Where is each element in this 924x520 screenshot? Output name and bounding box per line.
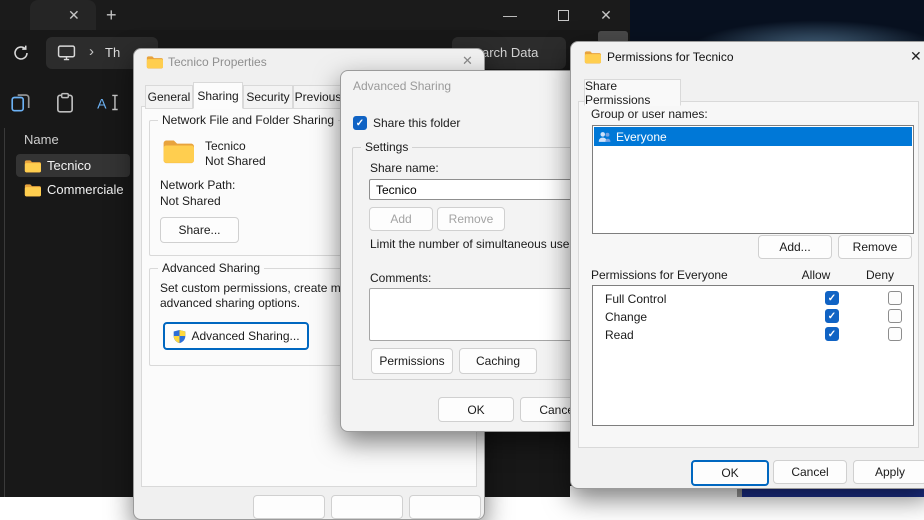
deny-change-checkbox[interactable] xyxy=(888,309,902,323)
ok-button[interactable]: OK xyxy=(438,397,514,422)
folder-icon-large xyxy=(162,137,194,165)
limit-users-label: Limit the number of simultaneous users t… xyxy=(370,237,596,251)
explorer-active-tab[interactable]: ✕ xyxy=(30,0,96,30)
folder-icon xyxy=(584,50,601,64)
tab-previous-versions[interactable]: Previous xyxy=(293,85,343,109)
group-name: Everyone xyxy=(616,130,667,144)
ok-button[interactable] xyxy=(253,495,325,519)
folder-icon xyxy=(24,159,41,173)
pane-divider xyxy=(4,128,5,497)
file-row-tecnico[interactable]: Tecnico xyxy=(16,154,130,177)
check-icon: ✓ xyxy=(828,293,836,304)
minimize-icon[interactable]: — xyxy=(496,4,524,26)
share-button[interactable]: Share... xyxy=(160,217,239,243)
advanced-sharing-desc-1: Set custom permissions, create multip xyxy=(160,281,363,295)
dialog-title: Tecnico Properties xyxy=(168,55,267,69)
allow-header: Allow xyxy=(791,268,841,282)
cancel-button[interactable]: Cancel xyxy=(773,460,847,484)
this-pc-icon[interactable] xyxy=(57,44,76,64)
group-label: Settings xyxy=(361,140,412,154)
advanced-sharing-button[interactable]: Advanced Sharing... xyxy=(163,322,309,350)
permissions-dialog: Permissions for Tecnico ✕ Share Permissi… xyxy=(570,41,924,489)
breadcrumb-path[interactable]: Th xyxy=(105,45,120,60)
permission-name: Full Control xyxy=(605,292,666,306)
tab-security[interactable]: Security xyxy=(243,85,293,109)
cancel-button[interactable] xyxy=(331,495,403,519)
share-this-folder-label: Share this folder xyxy=(373,116,460,130)
permission-name: Change xyxy=(605,310,647,324)
shared-folder-name: Tecnico xyxy=(205,139,246,153)
share-this-folder-checkbox[interactable]: ✓ xyxy=(353,116,367,130)
copy-icon[interactable] xyxy=(10,92,32,117)
dialog-title: Advanced Sharing xyxy=(353,79,451,93)
tab-close-icon[interactable]: ✕ xyxy=(68,8,80,22)
permissions-button[interactable]: Permissions xyxy=(371,348,453,374)
add-button[interactable]: Add xyxy=(369,207,433,231)
network-path-value: Not Shared xyxy=(160,194,221,208)
uac-shield-icon xyxy=(172,329,187,344)
close-icon[interactable]: ✕ xyxy=(462,54,473,67)
permissions-for-label: Permissions for Everyone xyxy=(591,268,728,282)
shared-folder-status: Not Shared xyxy=(205,154,266,168)
svg-text:A: A xyxy=(97,95,107,111)
check-icon: ✓ xyxy=(828,311,836,322)
folder-icon xyxy=(146,55,163,69)
share-name-label: Share name: xyxy=(370,161,439,175)
maximize-icon[interactable] xyxy=(549,4,577,26)
file-name: Tecnico xyxy=(47,158,91,173)
new-tab-icon[interactable]: + xyxy=(106,6,117,24)
maximize-glyph xyxy=(558,10,569,21)
rename-icon[interactable]: A xyxy=(96,92,122,117)
group-label: Network File and Folder Sharing xyxy=(158,113,338,127)
apply-button[interactable]: Apply xyxy=(853,460,924,484)
network-path-label: Network Path: xyxy=(160,178,235,192)
remove-button[interactable]: Remove xyxy=(437,207,505,231)
group-label: Advanced Sharing xyxy=(158,261,264,275)
advanced-sharing-desc-2: advanced sharing options. xyxy=(160,296,300,310)
folder-icon xyxy=(24,183,41,197)
check-icon: ✓ xyxy=(828,329,836,340)
name-column-header[interactable]: Name xyxy=(24,132,59,147)
group-users-icon xyxy=(597,130,612,144)
chevron-right-icon: › xyxy=(89,44,94,59)
allow-full-control-checkbox[interactable]: ✓ xyxy=(825,291,839,305)
file-row-commerciale[interactable]: Commerciale xyxy=(16,178,130,201)
deny-read-checkbox[interactable] xyxy=(888,327,902,341)
comments-label: Comments: xyxy=(370,271,431,285)
window-close-icon[interactable]: ✕ xyxy=(592,4,620,26)
tab-sharing[interactable]: Sharing xyxy=(193,82,243,109)
permission-name: Read xyxy=(605,328,634,342)
apply-button[interactable] xyxy=(409,495,481,519)
permissions-table[interactable]: Full Control ✓ Change ✓ Read ✓ xyxy=(592,285,914,426)
list-item-everyone[interactable]: Everyone xyxy=(594,127,912,146)
search-text: arch Data xyxy=(482,45,538,60)
tab-share-permissions[interactable]: Share Permissions xyxy=(584,79,681,106)
refresh-icon[interactable] xyxy=(12,44,30,65)
advanced-sharing-button-label: Advanced Sharing... xyxy=(191,329,299,343)
file-name: Commerciale xyxy=(47,182,124,197)
allow-read-checkbox[interactable]: ✓ xyxy=(825,327,839,341)
deny-full-control-checkbox[interactable] xyxy=(888,291,902,305)
allow-change-checkbox[interactable]: ✓ xyxy=(825,309,839,323)
tab-general[interactable]: General xyxy=(145,85,193,109)
caching-button[interactable]: Caching xyxy=(459,348,537,374)
ok-button[interactable]: OK xyxy=(691,460,769,486)
check-icon: ✓ xyxy=(356,118,364,129)
paste-icon[interactable] xyxy=(54,92,76,117)
close-icon[interactable]: ✕ xyxy=(910,49,922,63)
group-user-listbox[interactable]: Everyone xyxy=(592,125,914,234)
dialog-title: Permissions for Tecnico xyxy=(607,50,734,64)
group-or-user-names-label: Group or user names: xyxy=(591,107,708,121)
remove-button[interactable]: Remove xyxy=(838,235,912,259)
add-button[interactable]: Add... xyxy=(758,235,832,259)
deny-header: Deny xyxy=(855,268,905,282)
